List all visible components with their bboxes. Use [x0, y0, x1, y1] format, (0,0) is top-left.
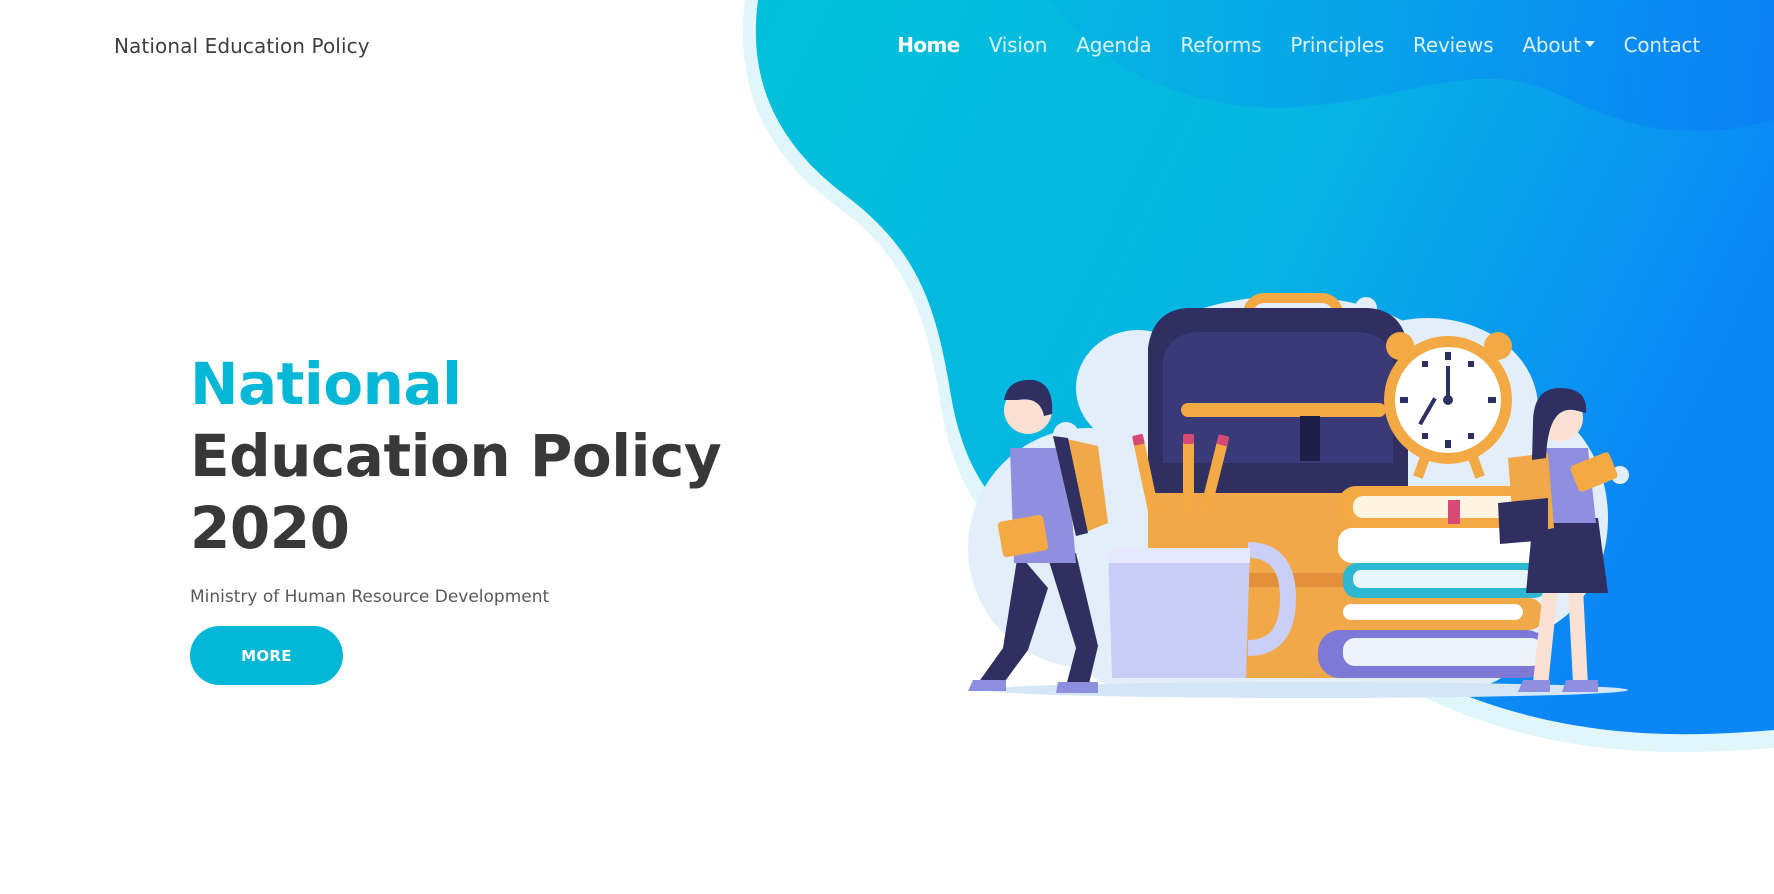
top-navbar: National Education Policy Home Vision Ag… [0, 0, 1774, 94]
hero-title: National Education Policy 2020 [190, 348, 722, 564]
caret-down-icon [1584, 41, 1595, 47]
hero-title-accent: National [190, 350, 462, 418]
nav-dropdown-about[interactable]: About [1522, 33, 1595, 57]
brand-logo-link[interactable]: National Education Policy [114, 34, 370, 58]
nav-link-home[interactable]: Home [897, 33, 960, 57]
nav-links: Home Vision Agenda Reforms Principles Re… [897, 33, 1700, 57]
hero-subtitle: Ministry of Human Resource Development [190, 587, 550, 607]
nav-link-agenda[interactable]: Agenda [1076, 33, 1151, 57]
nav-dropdown-about-label: About [1522, 33, 1581, 57]
students-backpack-books-clock-illustration [968, 293, 1629, 698]
hero-content: National Education Policy 2020 Ministry … [190, 348, 722, 685]
nav-link-reviews[interactable]: Reviews [1413, 33, 1494, 57]
landing-page: National Education Policy Home Vision Ag… [0, 0, 1774, 894]
nav-link-contact[interactable]: Contact [1624, 33, 1701, 57]
nav-link-principles[interactable]: Principles [1290, 33, 1384, 57]
hero-title-year: 2020 [190, 494, 350, 562]
hero-title-line-2: Education Policy [190, 422, 722, 490]
nav-link-vision[interactable]: Vision [989, 33, 1048, 57]
nav-link-reforms[interactable]: Reforms [1180, 33, 1261, 57]
more-button[interactable]: MORE [190, 626, 343, 685]
